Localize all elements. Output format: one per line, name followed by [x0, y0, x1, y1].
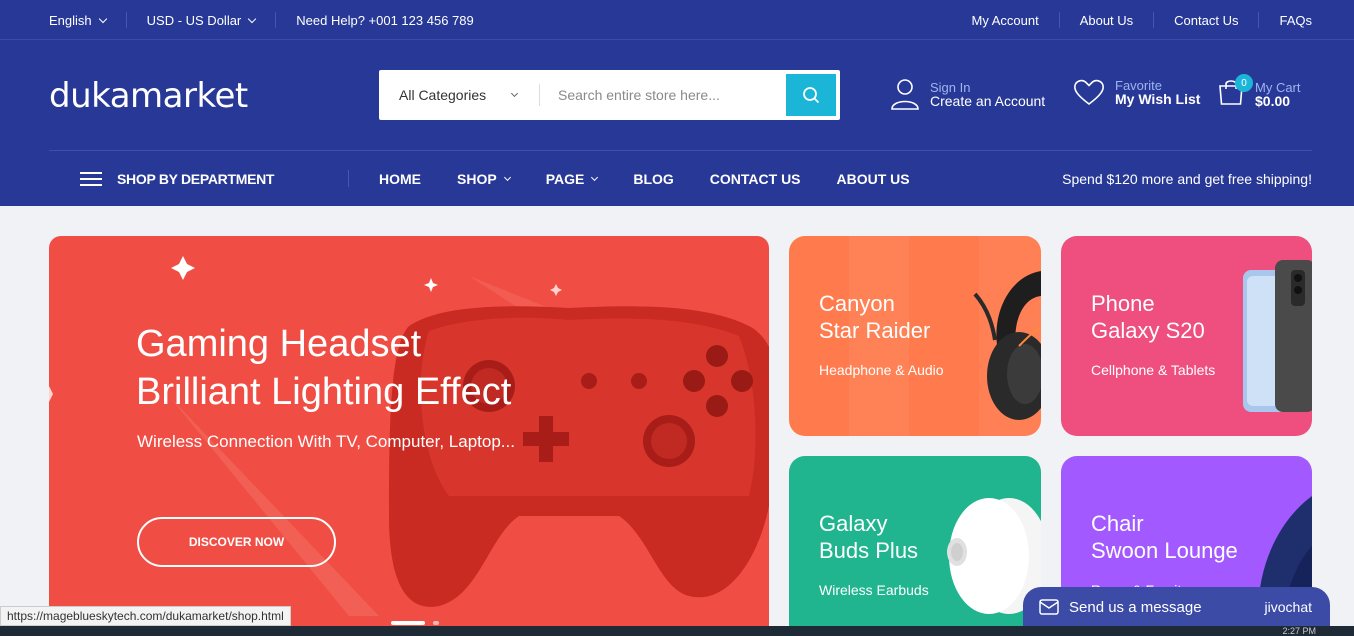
- hero-title-line-1: Gaming Headset: [136, 323, 422, 365]
- search-button[interactable]: [786, 74, 836, 116]
- slider-dots: [391, 621, 439, 625]
- about-us-link[interactable]: About Us: [1060, 12, 1155, 28]
- promo-card-headphone[interactable]: Canyon Star Raider Headphone & Audio: [789, 236, 1041, 436]
- chat-widget[interactable]: Send us a message jivochat: [1023, 587, 1330, 627]
- nav-contact-label: CONTACT US: [709, 170, 801, 187]
- cart-link[interactable]: 0 My Cart $0.00: [1217, 74, 1301, 111]
- card-title-line-1: Chair: [1091, 511, 1144, 536]
- nav-shop-label: SHOP: [457, 170, 497, 187]
- card-subtitle: Cellphone & Tablets: [1091, 362, 1216, 378]
- nav-blog-label: BLOG: [633, 170, 674, 187]
- card-title: Chair Swoon Lounge: [1091, 510, 1238, 564]
- user-icon: [891, 79, 919, 110]
- faqs-label: FAQs: [1279, 12, 1312, 28]
- wishlist-link[interactable]: Favorite My Wish List: [1073, 78, 1200, 106]
- my-account-link[interactable]: My Account: [971, 12, 1060, 28]
- cart-count-badge: 0: [1235, 74, 1253, 92]
- slider-dot-active[interactable]: [391, 621, 425, 625]
- card-subtitle: Headphone & Audio: [819, 362, 944, 378]
- hero-subtitle: Wireless Connection With TV, Computer, L…: [137, 432, 515, 451]
- wish-list-label: My Wish List: [1115, 90, 1201, 107]
- create-account-label: Create an Account: [930, 92, 1046, 109]
- nav-about-label: ABOUT US: [836, 170, 910, 187]
- chevron-down-icon: [591, 173, 599, 181]
- discover-now-button[interactable]: DISCOVER NOW: [137, 517, 336, 567]
- card-title-line-1: Canyon: [819, 291, 895, 316]
- chat-label: Send us a message: [1069, 598, 1202, 616]
- nav-menu: HOME SHOP PAGE BLOG CONTACT US ABOUT US: [379, 171, 946, 187]
- help-text: Need Help? +001 123 456 789: [296, 12, 474, 28]
- nav-page[interactable]: PAGE: [545, 170, 599, 187]
- nav-home-label: HOME: [379, 170, 421, 187]
- sign-in-label: Sign In: [930, 79, 971, 95]
- card-title: Galaxy Buds Plus: [819, 510, 918, 564]
- hero-banner[interactable]: Gaming Headset Brilliant Lighting Effect…: [49, 236, 769, 636]
- slider-dot[interactable]: [433, 621, 439, 625]
- card-title-line-1: Phone: [1091, 291, 1155, 316]
- category-label: All Categories: [399, 87, 487, 103]
- department-label: SHOP BY DEPARTMENT: [117, 170, 275, 187]
- card-title-line-2: Star Raider: [819, 318, 931, 343]
- site-logo[interactable]: dukamarket: [49, 76, 248, 116]
- chevron-down-icon: [503, 173, 511, 181]
- my-account-label: My Account: [971, 12, 1039, 28]
- chevron-down-icon: [248, 14, 257, 23]
- main-header: dukamarket All Categories Sign In Create…: [0, 40, 1354, 206]
- nav-about-us[interactable]: ABOUT US: [837, 171, 910, 187]
- status-url-bar: https://mageblueskytech.com/dukamarket/s…: [0, 606, 291, 626]
- currency-label: USD - US Dollar: [146, 12, 242, 28]
- nav-contact-us[interactable]: CONTACT US: [710, 171, 801, 187]
- hamburger-icon: [80, 171, 102, 186]
- nav-separator: [348, 170, 349, 187]
- shop-by-department-button[interactable]: SHOP BY DEPARTMENT: [80, 171, 274, 187]
- help-phone: Need Help? +001 123 456 789: [276, 12, 473, 28]
- currency-selector[interactable]: USD - US Dollar: [127, 12, 277, 28]
- account-link[interactable]: Sign In Create an Account: [890, 78, 1045, 110]
- nav-shop[interactable]: SHOP: [457, 170, 511, 187]
- os-taskbar: 2:27 PM: [0, 626, 1354, 636]
- cart-total: $0.00: [1255, 93, 1291, 109]
- card-title-line-2: Swoon Lounge: [1091, 538, 1238, 563]
- contact-us-link[interactable]: Contact Us: [1154, 12, 1260, 28]
- free-shipping-notice: Spend $120 more and get free shipping!: [1062, 170, 1312, 187]
- search-icon: [803, 87, 820, 104]
- faqs-link[interactable]: FAQs: [1259, 12, 1312, 28]
- favorite-label: Favorite: [1115, 77, 1162, 93]
- nav-page-label: PAGE: [545, 170, 585, 187]
- card-title-line-1: Galaxy: [819, 511, 888, 536]
- hero-title: Gaming Headset Brilliant Lighting Effect: [136, 320, 511, 416]
- taskbar-clock: 2:27 PM: [1282, 626, 1316, 636]
- language-label: English: [49, 12, 92, 28]
- chat-brand: jivochat: [1264, 599, 1312, 615]
- card-subtitle: Wireless Earbuds: [819, 582, 929, 598]
- category-select[interactable]: All Categories: [379, 70, 539, 120]
- promo-card-earbuds[interactable]: Galaxy Buds Plus Wireless Earbuds: [789, 456, 1041, 636]
- about-us-label: About Us: [1079, 12, 1134, 28]
- hero-title-line-2: Brilliant Lighting Effect: [136, 371, 512, 413]
- chevron-down-icon: [510, 89, 519, 98]
- search-input[interactable]: [540, 70, 786, 120]
- promo-card-phone[interactable]: Phone Galaxy S20 Cellphone & Tablets: [1061, 236, 1312, 436]
- card-title: Canyon Star Raider: [819, 290, 930, 344]
- chevron-down-icon: [98, 14, 107, 23]
- card-title: Phone Galaxy S20: [1091, 290, 1205, 344]
- top-bar: English USD - US Dollar Need Help? +001 …: [0, 0, 1354, 40]
- contact-us-label: Contact Us: [1174, 12, 1239, 28]
- card-title-line-2: Galaxy S20: [1091, 318, 1205, 343]
- envelope-icon: [1039, 599, 1059, 615]
- nav-blog[interactable]: BLOG: [633, 171, 673, 187]
- search-bar: All Categories: [379, 70, 840, 120]
- language-selector[interactable]: English: [49, 12, 127, 28]
- main-nav: SHOP BY DEPARTMENT HOME SHOP PAGE BLOG C…: [0, 151, 1354, 206]
- card-title-line-2: Buds Plus: [819, 538, 919, 563]
- heart-icon: [1074, 79, 1104, 106]
- nav-home[interactable]: HOME: [379, 171, 421, 187]
